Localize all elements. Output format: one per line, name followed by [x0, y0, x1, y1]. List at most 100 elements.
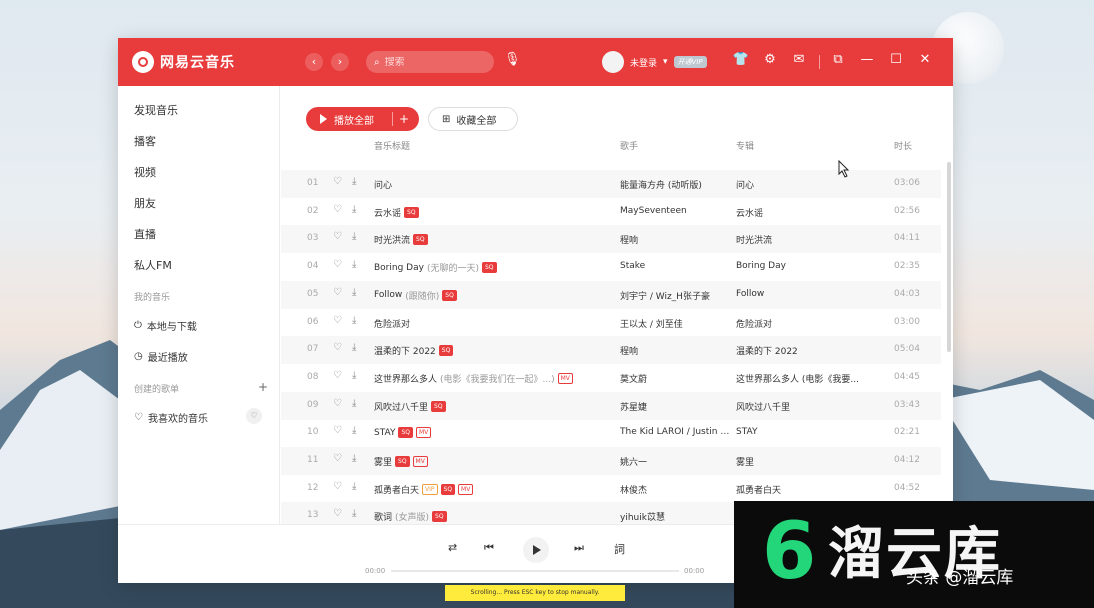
song-artist[interactable]: 莫文蔚	[620, 372, 732, 385]
download-icon[interactable]: ⤓	[352, 231, 356, 242]
song-artist[interactable]: 姚六一	[620, 455, 732, 468]
download-icon[interactable]: ⤓	[352, 398, 356, 409]
column-header-album[interactable]: 专辑	[736, 139, 754, 152]
like-heart-icon[interactable]: ♡	[333, 398, 342, 409]
song-album[interactable]: Boring Day	[736, 261, 886, 271]
vip-badge[interactable]: 开通VIP	[673, 56, 707, 68]
download-icon[interactable]: ⤓	[352, 259, 356, 270]
table-row[interactable]: 03 ♡ ⤓ 时光洪流 SQ 程响 时光洪流 04:11	[281, 225, 941, 254]
sidebar-item-friends[interactable]: 朋友	[134, 195, 156, 211]
song-album[interactable]: 这世界那么多人 (电影《我要...	[736, 372, 886, 385]
chevron-down-icon[interactable]: ▾	[663, 57, 668, 67]
song-title-cell[interactable]: 歌词 (女声版) SQ	[374, 510, 447, 523]
like-heart-icon[interactable]: ♡	[333, 315, 342, 326]
forward-button[interactable]: ›	[331, 53, 349, 71]
song-title-cell[interactable]: 这世界那么多人 (电影《我要我们在一起》...) MV	[374, 372, 573, 385]
song-title-cell[interactable]: 风吹过八千里 SQ	[374, 400, 446, 413]
song-album[interactable]: 孤勇者白天	[736, 483, 886, 496]
sidebar-item-fm[interactable]: 私人FM	[134, 257, 172, 273]
column-header-title[interactable]: 音乐标题	[374, 139, 410, 152]
song-album[interactable]: 云水谣	[736, 206, 886, 219]
column-header-artist[interactable]: 歌手	[620, 139, 638, 152]
download-icon[interactable]: ⤓	[352, 287, 356, 298]
table-row[interactable]: 09 ♡ ⤓ 风吹过八千里 SQ 苏星婕 风吹过八千里 03:43	[281, 391, 941, 420]
minimize-icon[interactable]: —	[858, 52, 876, 67]
add-to-queue-plus-icon[interactable]: +	[399, 112, 409, 126]
song-title-cell[interactable]: 时光洪流 SQ	[374, 233, 428, 246]
download-icon[interactable]: ⤓	[352, 425, 356, 436]
download-icon[interactable]: ⤓	[352, 481, 356, 492]
song-artist[interactable]: Stake	[620, 261, 732, 271]
like-heart-icon[interactable]: ♡	[333, 231, 342, 242]
next-track-icon[interactable]: ⏭	[574, 541, 584, 555]
user-area[interactable]: 未登录 ▾ 开通VIP	[602, 51, 707, 73]
sidebar-item-discover[interactable]: 发现音乐	[134, 102, 178, 118]
table-row[interactable]: 08 ♡ ⤓ 这世界那么多人 (电影《我要我们在一起》...) MV 莫文蔚 这世界那么多人 …	[281, 364, 941, 392]
download-icon[interactable]: ⤓	[352, 176, 356, 187]
download-icon[interactable]: ⤓	[352, 453, 356, 464]
table-row[interactable]: 07 ♡ ⤓ 温柔的下 2022 SQ 程响 温柔的下 2022 05:04	[281, 336, 941, 365]
lyrics-icon[interactable]: 詞	[614, 541, 625, 557]
like-heart-icon[interactable]: ♡	[333, 204, 342, 215]
song-title-cell[interactable]: 云水谣 SQ	[374, 206, 419, 219]
shuffle-icon[interactable]: ⇄	[448, 541, 457, 554]
song-album[interactable]: 时光洪流	[736, 233, 886, 246]
table-row[interactable]: 04 ♡ ⤓ Boring Day (无聊的一天) SQ Stake Boring Day 02…	[281, 253, 941, 281]
song-artist[interactable]: The Kid LAROI / Justin Bieber	[620, 427, 732, 437]
play-button[interactable]	[523, 537, 549, 563]
song-artist[interactable]: 王以太 / 刘至佳	[620, 317, 732, 330]
song-artist[interactable]: 林俊杰	[620, 483, 732, 496]
download-icon[interactable]: ⤓	[352, 315, 356, 326]
like-heart-icon[interactable]: ♡	[333, 176, 342, 187]
sidebar-item-live[interactable]: 直播	[134, 226, 156, 242]
collect-all-button[interactable]: ⊞ 收藏全部	[428, 107, 518, 131]
back-button[interactable]: ‹	[305, 53, 323, 71]
table-row[interactable]: 11 ♡ ⤓ 雾里 SQ MV 姚六一 雾里 04:12	[281, 447, 941, 475]
song-title-cell[interactable]: 问心	[374, 178, 392, 191]
user-name[interactable]: 未登录	[630, 56, 657, 69]
search-box[interactable]: ⌕	[366, 51, 494, 73]
sidebar-item-liked[interactable]: ♡ 我喜欢的音乐	[134, 410, 208, 425]
table-row[interactable]: 06 ♡ ⤓ 危险派对 王以太 / 刘至佳 危险派对 03:00	[281, 309, 941, 337]
song-artist[interactable]: 能量海方舟 (动听版)	[620, 178, 732, 191]
mini-mode-icon[interactable]: ⧉	[829, 52, 847, 67]
vertical-scrollbar[interactable]	[947, 162, 951, 352]
song-title-cell[interactable]: Boring Day (无聊的一天) SQ	[374, 261, 497, 274]
table-row[interactable]: 12 ♡ ⤓ 孤勇者白天 VIP SQ MV 林俊杰 孤勇者白天 04:52	[281, 475, 941, 503]
maximize-icon[interactable]: ☐	[887, 52, 905, 67]
like-heart-icon[interactable]: ♡	[333, 425, 342, 436]
like-heart-icon[interactable]: ♡	[333, 287, 342, 298]
like-heart-icon[interactable]: ♡	[333, 370, 342, 381]
table-row[interactable]: 02 ♡ ⤓ 云水谣 SQ MaySeventeen 云水谣 02:56	[281, 198, 941, 226]
skin-shirt-icon[interactable]: 👕	[732, 52, 750, 67]
song-album[interactable]: 雾里	[736, 455, 886, 468]
avatar[interactable]	[602, 51, 624, 73]
song-artist[interactable]: 刘宇宁 / Wiz_H张子豪	[620, 289, 732, 302]
table-row[interactable]: 10♡⤓STAYSQMVThe Kid LAROI / Justin Biebe…	[281, 419, 941, 447]
create-playlist-plus-icon[interactable]: +	[258, 380, 268, 394]
download-icon[interactable]: ⤓	[352, 204, 356, 215]
download-icon[interactable]: ⤓	[352, 508, 356, 519]
mail-icon[interactable]: ✉	[790, 52, 808, 67]
song-title-cell[interactable]: STAY SQ MV	[374, 427, 432, 439]
sidebar-item-podcast[interactable]: 播客	[134, 133, 156, 149]
like-heart-icon[interactable]: ♡	[333, 342, 342, 353]
like-heart-icon[interactable]: ♡	[333, 259, 342, 270]
song-title-cell[interactable]: 雾里 SQ MV	[374, 455, 428, 468]
download-icon[interactable]: ⤓	[352, 370, 356, 381]
song-album[interactable]: 风吹过八千里	[736, 400, 886, 413]
song-artist[interactable]: 程响	[620, 233, 732, 246]
song-album[interactable]: 问心	[736, 178, 886, 191]
song-title-cell[interactable]: 孤勇者白天 VIP SQ MV	[374, 483, 474, 496]
search-input[interactable]	[384, 56, 480, 68]
previous-track-icon[interactable]: ⏮	[484, 541, 494, 555]
download-icon[interactable]: ⤓	[352, 342, 356, 353]
song-artist[interactable]: 苏星婕	[620, 400, 732, 413]
like-heart-icon[interactable]: ♡	[333, 481, 342, 492]
song-artist[interactable]: MaySeventeen	[620, 206, 732, 216]
song-artist[interactable]: 程响	[620, 344, 732, 357]
song-album[interactable]: STAY	[736, 427, 886, 437]
sidebar-item-local-download[interactable]: ⏻ 本地与下载	[134, 318, 197, 333]
song-title-cell[interactable]: 危险派对	[374, 317, 410, 330]
like-heart-icon[interactable]: ♡	[333, 508, 342, 519]
